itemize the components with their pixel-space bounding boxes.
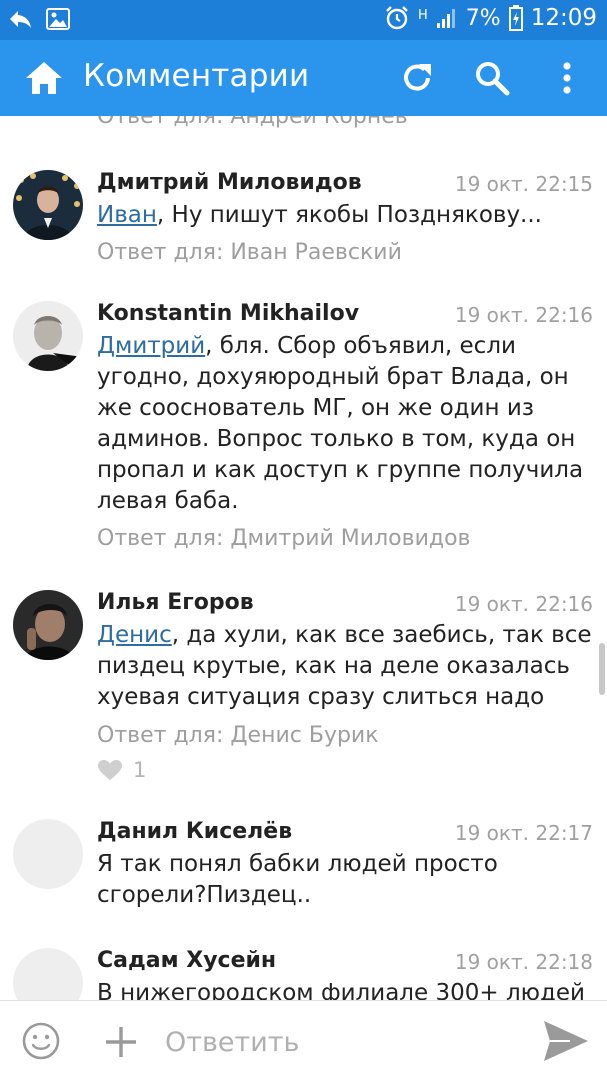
comment-item[interactable]: Илья Егоров 19 окт. 22:16 Денис, да хули… (0, 590, 607, 782)
comment-author[interactable]: Илья Егоров (97, 590, 254, 615)
avatar[interactable] (13, 590, 83, 660)
reply-composer (0, 1000, 607, 1080)
status-bar-right: H 7% 12:09 (384, 5, 597, 31)
avatar-photo-icon (13, 590, 83, 660)
heart-icon (98, 760, 122, 780)
avatar-placeholder[interactable] (13, 819, 83, 889)
comment-body: , да хули, как все заебись, так все пизд… (97, 622, 592, 710)
comment-mention-link[interactable]: Денис (97, 622, 172, 648)
like-count: 1 (133, 758, 147, 782)
scrollbar-thumb[interactable] (599, 643, 605, 695)
signal-icon (436, 9, 455, 28)
status-bar-left (8, 8, 70, 30)
avatar-photo-icon (13, 170, 83, 240)
comment-date: 19 окт. 22:18 (454, 950, 593, 974)
previous-reply-to[interactable]: Ответ для: Андрей Корнев (97, 116, 408, 129)
reply-to-label[interactable]: Ответ для: Дмитрий Миловидов (97, 526, 471, 551)
image-notification-icon (46, 8, 70, 30)
comment-author[interactable]: Konstantin Mikhailov (97, 301, 359, 326)
home-icon[interactable] (24, 58, 64, 98)
app-bar: Комментарии (0, 40, 607, 116)
battery-percent: 7% (465, 5, 501, 31)
comment-mention-link[interactable]: Иван (97, 202, 157, 228)
comment-mention-link[interactable]: Дмитрий (97, 333, 205, 359)
send-icon[interactable] (542, 1019, 590, 1063)
comment-date: 19 окт. 22:17 (454, 821, 593, 845)
page-title: Комментарии (83, 58, 310, 94)
avatar-photo-icon (13, 301, 83, 371)
refresh-icon[interactable] (398, 59, 436, 97)
emoji-icon[interactable] (21, 1021, 61, 1061)
comment-date: 19 окт. 22:15 (454, 172, 593, 196)
battery-charging-icon (508, 5, 523, 31)
more-options-icon[interactable] (552, 59, 582, 97)
comment-date: 19 окт. 22:16 (454, 592, 593, 616)
avatar[interactable] (13, 170, 83, 240)
reply-to-label[interactable]: Ответ для: Денис Бурик (97, 723, 379, 748)
reply-notification-icon (10, 11, 31, 28)
comment-item[interactable]: Данил Киселёв 19 окт. 22:17 Я так понял … (0, 819, 607, 919)
comment-text: Денис, да хули, как все заебись, так все… (97, 620, 595, 713)
like-button[interactable]: 1 (97, 758, 146, 782)
comment-author[interactable]: Дмитрий Миловидов (97, 170, 362, 195)
comment-body: , Ну пишут якобы Позднякову... (156, 202, 542, 228)
avatar-placeholder[interactable] (13, 948, 83, 1000)
comment-date: 19 окт. 22:16 (454, 303, 593, 327)
status-bar: H 7% 12:09 (0, 0, 607, 40)
avatar[interactable] (13, 301, 83, 371)
comment-text: Я так понял бабки людей просто сгорели?П… (97, 851, 498, 908)
clock: 12:09 (530, 5, 597, 31)
search-icon[interactable] (473, 59, 511, 97)
reply-input[interactable] (165, 1021, 515, 1063)
alarm-icon (386, 6, 408, 30)
comment-text: Дмитрий, бля. Сбор объявил, если угодно,… (97, 331, 595, 517)
comment-item[interactable]: Садам Хусейн 19 окт. 22:18 В нижегородск… (0, 948, 607, 1000)
comment-item[interactable]: Konstantin Mikhailov 19 окт. 22:16 Дмитр… (0, 301, 607, 561)
comments-feed[interactable]: Ответ для: Андрей Корнев Дмитрий Миловид… (0, 116, 607, 1000)
comment-author[interactable]: Данил Киселёв (97, 819, 292, 844)
comment-item[interactable]: Дмитрий Миловидов 19 окт. 22:15 Иван, Ну… (0, 170, 607, 280)
comment-text: В нижегородском филиале 300+ людей (97, 980, 586, 1000)
network-type-label: H (418, 7, 428, 23)
reply-to-label[interactable]: Ответ для: Иван Раевский (97, 240, 402, 265)
comment-text: Иван, Ну пишут якобы Позднякову... (97, 200, 595, 231)
attach-plus-icon[interactable] (104, 1025, 138, 1059)
comment-author[interactable]: Садам Хусейн (97, 948, 276, 973)
comment-body: , бля. Сбор объявил, если угодно, дохуяю… (97, 333, 584, 514)
